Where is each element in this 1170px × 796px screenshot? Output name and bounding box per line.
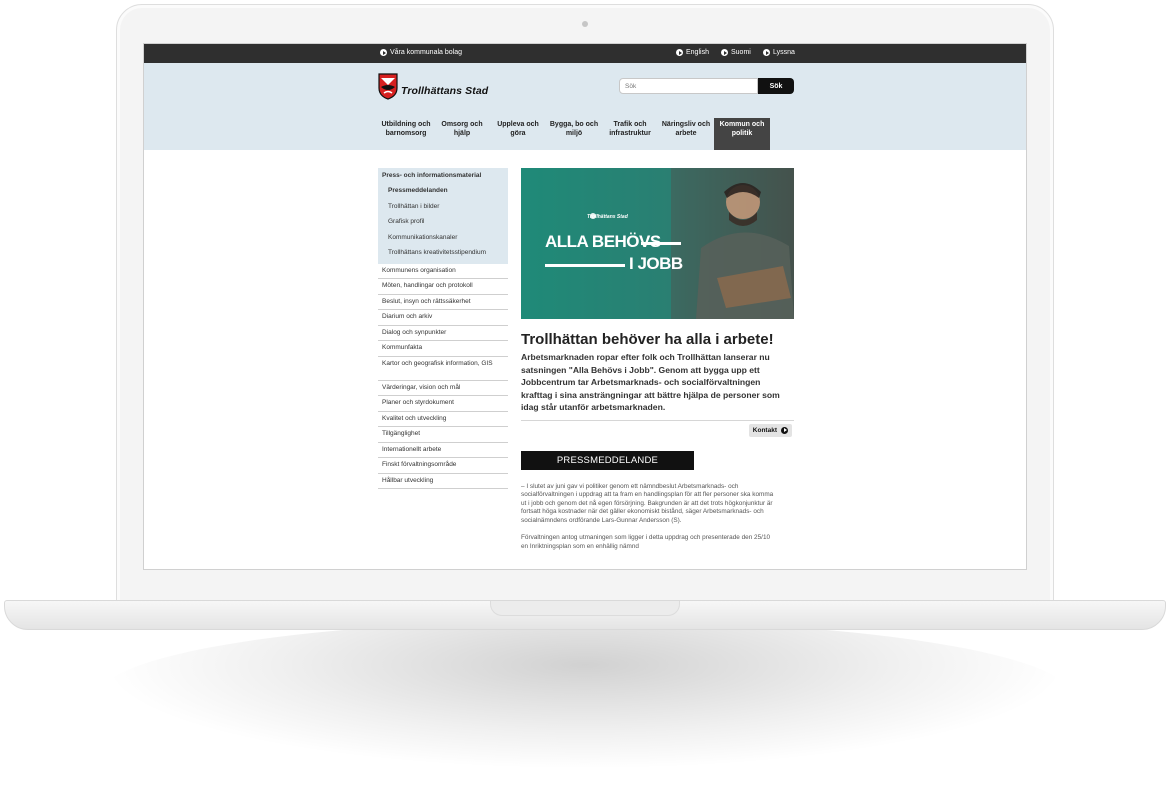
nav-tab-bygga[interactable]: Bygga, bo och miljö [546,118,602,150]
sidebar-link[interactable]: Diarium och arkiv [378,310,508,326]
sidebar-link[interactable]: Möten, handlingar och protokoll [378,279,508,295]
sidebar-link[interactable]: Internationellt arbete [378,443,508,458]
top-utility-bar: Våra kommunala bolag English Suomi Lyssn… [144,44,1026,63]
companies-link[interactable]: Våra kommunala bolag [380,49,462,56]
hero-headline-line1: ALLA BEHÖVS [545,232,661,251]
coat-of-arms-icon [378,73,398,100]
sidebar-item-grafisk-profil[interactable]: Grafisk profil [378,215,508,231]
lyssna-link[interactable]: Lyssna [763,49,795,56]
contact-button[interactable]: Kontakt [748,423,792,437]
nav-tab-trafik[interactable]: Trafik och infrastruktur [602,118,658,150]
article: Trollhättan behöver ha alla i arbete! Ar… [521,331,794,552]
sidebar-link[interactable]: Kartor och geografisk information, GIS [378,357,508,381]
browser-screen: Våra kommunala bolag English Suomi Lyssn… [143,43,1027,570]
sidebar-link[interactable]: Beslut, insyn och rättssäkerhet [378,295,508,310]
sidebar-link[interactable]: Dialog och synpunkter [378,326,508,341]
laptop-camera [582,21,588,27]
article-paragraph: Förvaltningen antog utmaningen som ligge… [521,534,771,551]
hero-banner: Trollhättans Stad ALLA BEHÖVS I JOBB [521,168,794,319]
nav-tab-naringsliv[interactable]: Näringsliv och arbete [658,118,714,150]
laptop-notch [490,601,680,616]
arrow-circle-icon [721,49,728,56]
site-header: Trollhättans Stad Sök Utbildning och bar… [144,63,1026,150]
search-button[interactable]: Sök [758,78,794,94]
sidebar-link[interactable]: Hållbar utveckling [378,474,508,489]
sidebar-link[interactable]: Värderingar, vision och mål [378,381,508,396]
hero-logo-text: Trollhättans Stad [587,214,628,220]
nav-tab-utbildning[interactable]: Utbildning och barnomsorg [378,118,434,150]
sidebar-link[interactable]: Kommunens organisation [378,264,508,279]
play-circle-icon [763,49,770,56]
companies-label: Våra kommunala bolag [390,49,462,56]
english-link[interactable]: English [676,49,709,56]
sidebar-link[interactable]: Tillgänglighet [378,427,508,443]
contact-label: Kontakt [752,426,777,434]
arrow-circle-icon [676,49,683,56]
main-navigation: Utbildning och barnomsorg Omsorg och hjä… [378,118,770,150]
english-label: English [686,49,709,56]
sidebar-item-pressmeddelanden[interactable]: Pressmeddelanden [378,184,508,200]
hero-headline-line2: I JOBB [629,254,683,273]
sidebar: Press- och informationsmaterial Pressmed… [378,168,508,489]
press-release-badge: PRESSMEDDELANDE [521,450,694,470]
sidebar-link[interactable]: Planer och styrdokument [378,396,508,412]
sidebar-item-kreativitetsstipendium[interactable]: Trollhättans kreativitetsstipendium [378,246,508,262]
suomi-link[interactable]: Suomi [721,49,751,56]
arrow-circle-icon [380,49,387,56]
search-bar: Sök [619,78,794,94]
mockup-stage: Våra kommunala bolag English Suomi Lyssn… [0,0,1170,796]
sidebar-subnav: Press- och informationsmaterial Pressmed… [378,168,508,264]
sidebar-link[interactable]: Kommunfakta [378,341,508,357]
nav-tab-kommun[interactable]: Kommun och politik [714,118,770,150]
sidebar-link[interactable]: Finskt förvaltningsområde [378,458,508,474]
logo-text: Trollhättans Stad [401,84,489,97]
sidebar-item-bilder[interactable]: Trollhättan i bilder [378,200,508,216]
suomi-label: Suomi [731,49,751,56]
article-lead: Arbetsmarknaden ropar efter folk och Tro… [521,352,780,412]
sidebar-section-title[interactable]: Press- och informationsmaterial [378,168,508,184]
arrow-circle-icon [781,426,788,434]
contact-row: Kontakt [521,419,794,442]
article-body: – I slutet av juni gav vi politiker geno… [521,483,776,552]
article-paragraph: – I slutet av juni gav vi politiker geno… [521,482,774,524]
search-input[interactable] [619,78,758,94]
sidebar-link[interactable]: Kvalitet och utveckling [378,412,508,427]
nav-tab-omsorg[interactable]: Omsorg och hjälp [434,118,490,150]
laptop-shadow [100,620,1070,770]
sidebar-item-kommunikationskanaler[interactable]: Kommunikationskanaler [378,231,508,247]
article-title: Trollhättan behöver ha alla i arbete! [521,331,774,348]
lyssna-label: Lyssna [773,49,795,56]
nav-tab-uppleva[interactable]: Uppleva och göra [490,118,546,150]
site-logo[interactable]: Trollhättans Stad [378,73,488,100]
